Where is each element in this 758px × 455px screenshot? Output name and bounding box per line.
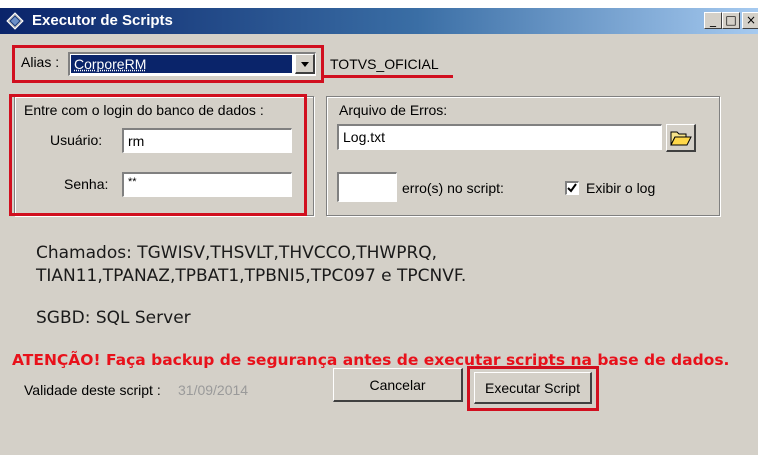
maximize-button[interactable]: □ xyxy=(722,12,740,29)
minimize-button[interactable]: _ xyxy=(704,12,722,29)
browse-folder-button[interactable] xyxy=(666,124,696,152)
error-count-label: erro(s) no script: xyxy=(402,180,504,196)
window-title: Executor de Scripts xyxy=(32,12,173,29)
login-highlight-box xyxy=(9,94,307,216)
close-button[interactable]: × xyxy=(742,12,758,29)
close-icon: × xyxy=(746,13,756,27)
execute-highlight-box xyxy=(467,366,599,411)
maximize-icon: □ xyxy=(725,13,736,27)
folder-open-icon xyxy=(670,129,692,147)
show-log-checkbox[interactable] xyxy=(565,181,579,195)
executor-window: Executor de Scripts _ □ × Alias : Corpor… xyxy=(0,8,758,455)
database-name: TOTVS_OFICIAL xyxy=(330,56,439,72)
cancel-button[interactable]: Cancelar xyxy=(333,368,463,402)
checkmark-icon xyxy=(566,182,578,194)
database-underline xyxy=(323,75,453,78)
error-count-input[interactable] xyxy=(337,172,397,202)
app-icon xyxy=(6,12,24,30)
show-log-label: Exibir o log xyxy=(586,180,655,196)
validity-date: 31/09/2014 xyxy=(178,382,248,398)
error-group-title: Arquivo de Erros: xyxy=(337,102,449,118)
minimize-icon: _ xyxy=(710,13,716,27)
error-file-input[interactable]: Log.txt xyxy=(337,124,662,150)
chamados-line-1: Chamados: TGWISV,THSVLT,THVCCO,THWPRQ, xyxy=(36,242,466,265)
sgbd-text: SGBD: SQL Server xyxy=(36,308,191,328)
error-file-value: Log.txt xyxy=(343,129,385,145)
cropped-top-text xyxy=(0,0,758,8)
chamados-line-2: TIAN11,TPANAZ,TPBAT1,TPBNI5,TPC097 e TPC… xyxy=(36,265,466,288)
chamados-text: Chamados: TGWISV,THSVLT,THVCCO,THWPRQ, T… xyxy=(36,242,466,288)
validity-label: Validade deste script : xyxy=(24,382,161,398)
warning-text: ATENÇÃO! Faça backup de segurança antes … xyxy=(12,351,729,369)
title-bar[interactable]: Executor de Scripts _ □ × xyxy=(0,8,758,34)
alias-highlight-box xyxy=(12,45,324,83)
